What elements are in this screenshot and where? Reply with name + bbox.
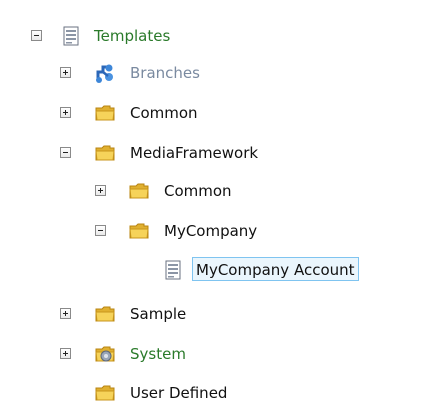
- tree-node-label[interactable]: Templates: [94, 26, 170, 46]
- template-icon: [162, 259, 184, 281]
- folder-icon: [128, 220, 150, 242]
- template-icon: [60, 25, 82, 47]
- collapse-toggle-icon[interactable]: [60, 147, 71, 158]
- tree-node-label[interactable]: Common: [130, 103, 198, 123]
- folder-icon: [94, 102, 116, 124]
- expand-toggle-icon[interactable]: [95, 185, 106, 196]
- expand-toggle-icon[interactable]: [60, 348, 71, 359]
- folder-icon: [128, 180, 150, 202]
- tree-node-label[interactable]: Sample: [130, 304, 186, 324]
- tree-node-label[interactable]: MyCompany: [164, 221, 257, 241]
- tree-node-label[interactable]: Common: [164, 181, 232, 201]
- tree-node-label[interactable]: MediaFramework: [130, 143, 258, 163]
- expand-toggle-icon[interactable]: [60, 107, 71, 118]
- tree-node-label-selected[interactable]: MyCompany Account: [192, 257, 359, 281]
- folder-icon: [94, 303, 116, 325]
- branches-icon: [94, 62, 116, 84]
- tree-node-label[interactable]: User Defined: [130, 383, 227, 403]
- collapse-toggle-icon[interactable]: [31, 30, 42, 41]
- folder-icon: [94, 142, 116, 164]
- expand-toggle-icon[interactable]: [60, 308, 71, 319]
- expand-toggle-icon[interactable]: [60, 67, 71, 78]
- system-folder-icon: [94, 343, 116, 365]
- content-tree-panel: Templates Branches Common MediaFramework…: [0, 0, 433, 416]
- tree-node-label[interactable]: Branches: [130, 63, 200, 83]
- tree-node-label[interactable]: System: [130, 344, 186, 364]
- content-tree: Templates Branches Common MediaFramework…: [0, 0, 433, 416]
- collapse-toggle-icon[interactable]: [95, 225, 106, 236]
- folder-icon: [94, 382, 116, 404]
